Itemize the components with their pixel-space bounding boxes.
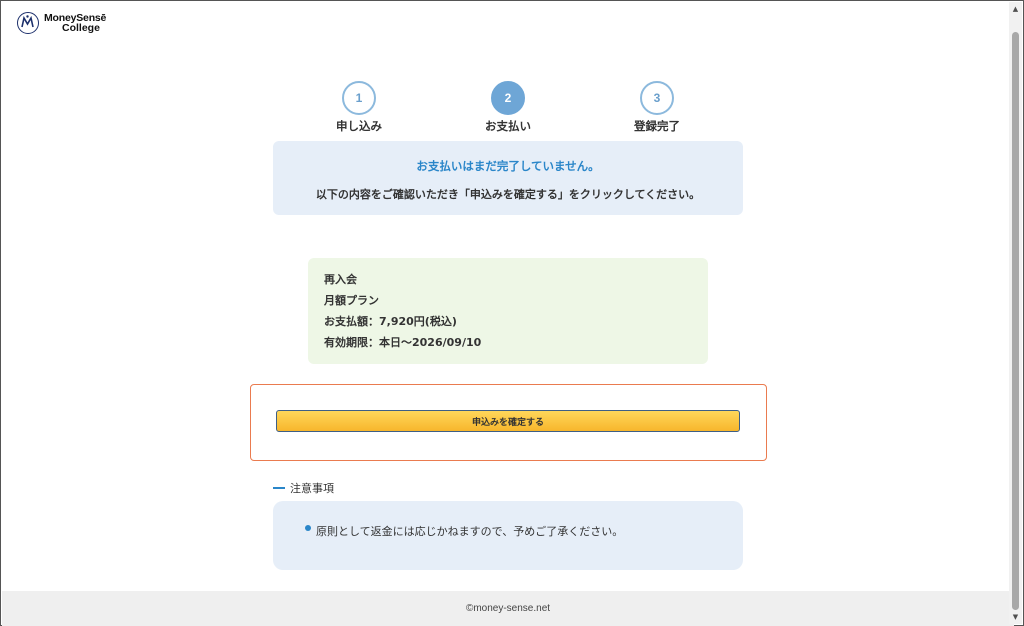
plan-summary: 再入会 月額プラン お支払額：7,920円(税込) 有効期限：本日～2026/0… <box>308 258 708 364</box>
caution-title: 注意事項 <box>290 482 334 495</box>
plan-amount: お支払額：7,920円(税込) <box>324 315 457 328</box>
browser-window: MoneySensē College 1 申し込み 2 お支払い 3 登録完了 … <box>0 0 1024 626</box>
logo-line2: College <box>62 22 100 34</box>
plan-type: 再入会 <box>324 273 357 286</box>
step-application: 1 申し込み <box>319 81 399 134</box>
copyright-text: ©money-sense.net <box>465 603 551 614</box>
plan-expiry: 有効期限：本日～2026/09/10 <box>324 336 482 349</box>
logo-text: MoneySensē College <box>44 13 106 34</box>
scroll-up-icon[interactable]: ▲ <box>1009 2 1022 16</box>
confirm-application-button[interactable]: 申込みを確定する <box>276 410 740 432</box>
step-label: 登録完了 <box>634 119 680 133</box>
step-label: お支払い <box>485 119 531 133</box>
step-registration-complete: 3 登録完了 <box>617 81 697 134</box>
vertical-scrollbar[interactable]: ▲ ▼ <box>1009 2 1022 624</box>
confirm-area: 申込みを確定する <box>250 384 767 461</box>
notice-title: お支払いはまだ完了していません。 <box>416 159 600 173</box>
m-emblem-icon <box>17 12 39 34</box>
site-logo[interactable]: MoneySensē College <box>17 10 106 36</box>
progress-steps: 1 申し込み 2 お支払い 3 登録完了 <box>1 81 1013 134</box>
notice-description: 以下の内容をご確認いただき「申込みを確定する」をクリックしてください。 <box>315 188 701 201</box>
step-number: 2 <box>491 81 525 115</box>
caution-box: 原則として返金には応じかねますので、予めご了承ください。 <box>273 501 743 570</box>
footer: ©money-sense.net <box>2 591 1014 626</box>
step-number: 3 <box>640 81 674 115</box>
scroll-thumb[interactable] <box>1012 32 1019 610</box>
scroll-down-icon[interactable]: ▼ <box>1009 610 1022 624</box>
heading-bar-icon <box>273 486 285 490</box>
payment-notice: お支払いはまだ完了していません。 以下の内容をご確認いただき「申込みを確定する」… <box>273 141 743 215</box>
caution-heading: 注意事項 <box>273 481 334 495</box>
bullet-icon <box>305 525 311 531</box>
list-item: 原則として返金には応じかねますので、予めご了承ください。 <box>305 523 743 539</box>
step-number: 1 <box>342 81 376 115</box>
caution-text: 原則として返金には応じかねますので、予めご了承ください。 <box>316 525 624 538</box>
plan-name: 月額プラン <box>324 294 379 307</box>
step-payment: 2 お支払い <box>468 81 548 134</box>
step-label: 申し込み <box>336 119 382 133</box>
